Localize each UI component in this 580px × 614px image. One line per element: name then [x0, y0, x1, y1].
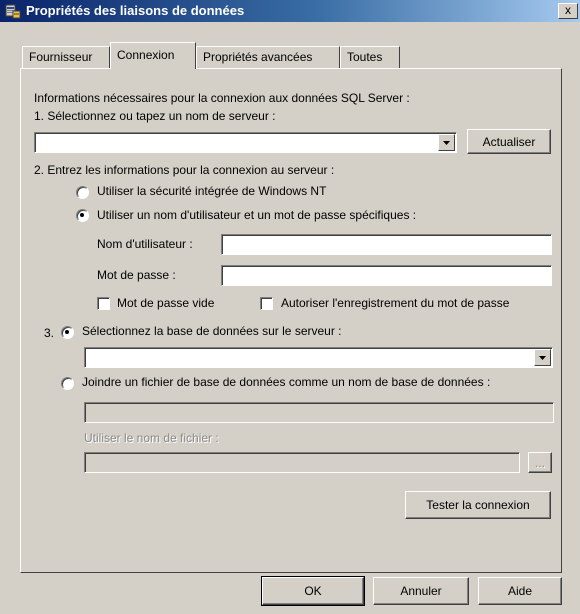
chevron-down-icon — [539, 355, 546, 360]
intro-text: Informations nécessaires pour la connexi… — [34, 91, 410, 105]
sql-auth-label[interactable]: Utiliser un nom d'utilisateur et un mot … — [97, 208, 416, 222]
attach-file-radio[interactable] — [61, 377, 74, 390]
server-dropdown-button[interactable] — [438, 134, 455, 151]
step1-label: 1. Sélectionnez ou tapez un nom de serve… — [34, 109, 276, 123]
ok-button[interactable]: OK — [261, 576, 365, 606]
windows-auth-radio[interactable] — [76, 186, 89, 199]
browse-button[interactable]: ... — [528, 452, 552, 473]
chevron-down-icon — [443, 140, 450, 145]
dialog-body: Fournisseur Connexion Propriétés avancée… — [0, 22, 580, 614]
attach-database-name-field[interactable] — [84, 402, 554, 423]
cancel-button[interactable]: Annuler — [373, 577, 469, 605]
refresh-button[interactable]: Actualiser — [467, 129, 551, 154]
username-label: Nom d'utilisateur : — [97, 237, 193, 251]
step3-number: 3. — [44, 326, 55, 340]
filename-label: Utiliser le nom de fichier : — [84, 431, 219, 445]
allow-save-password-label[interactable]: Autoriser l'enregistrement du mot de pas… — [281, 296, 509, 310]
blank-password-checkbox[interactable] — [97, 297, 110, 310]
blank-password-label[interactable]: Mot de passe vide — [117, 296, 214, 310]
server-name-combobox[interactable] — [34, 132, 457, 153]
test-connection-button[interactable]: Tester la connexion — [405, 491, 551, 519]
filename-field[interactable] — [84, 452, 520, 473]
windows-auth-label[interactable]: Utiliser la sécurité intégrée de Windows… — [97, 184, 326, 198]
database-combobox[interactable] — [84, 347, 553, 368]
step2-label: 2. Entrez les informations pour la conne… — [34, 163, 335, 177]
database-dropdown-button[interactable] — [534, 349, 551, 366]
select-database-label[interactable]: Sélectionnez la base de données sur le s… — [82, 324, 342, 338]
tab-connexion[interactable]: Connexion — [110, 42, 196, 69]
sql-auth-radio[interactable] — [76, 209, 89, 222]
attach-file-label[interactable]: Joindre un fichier de base de données co… — [82, 375, 490, 389]
window-title: Propriétés des liaisons de données — [26, 3, 245, 18]
select-database-radio[interactable] — [61, 326, 74, 339]
password-field[interactable] — [221, 265, 552, 286]
close-button[interactable]: x — [558, 3, 578, 19]
password-label: Mot de passe : — [97, 268, 176, 282]
data-link-icon — [5, 4, 21, 19]
allow-save-password-checkbox[interactable] — [260, 297, 273, 310]
help-button[interactable]: Aide — [478, 577, 562, 605]
username-field[interactable] — [221, 234, 552, 255]
tab-proprietes-avancees[interactable]: Propriétés avancées — [196, 46, 340, 68]
tab-toutes[interactable]: Toutes — [340, 46, 400, 68]
tab-fournisseur[interactable]: Fournisseur — [22, 46, 110, 68]
